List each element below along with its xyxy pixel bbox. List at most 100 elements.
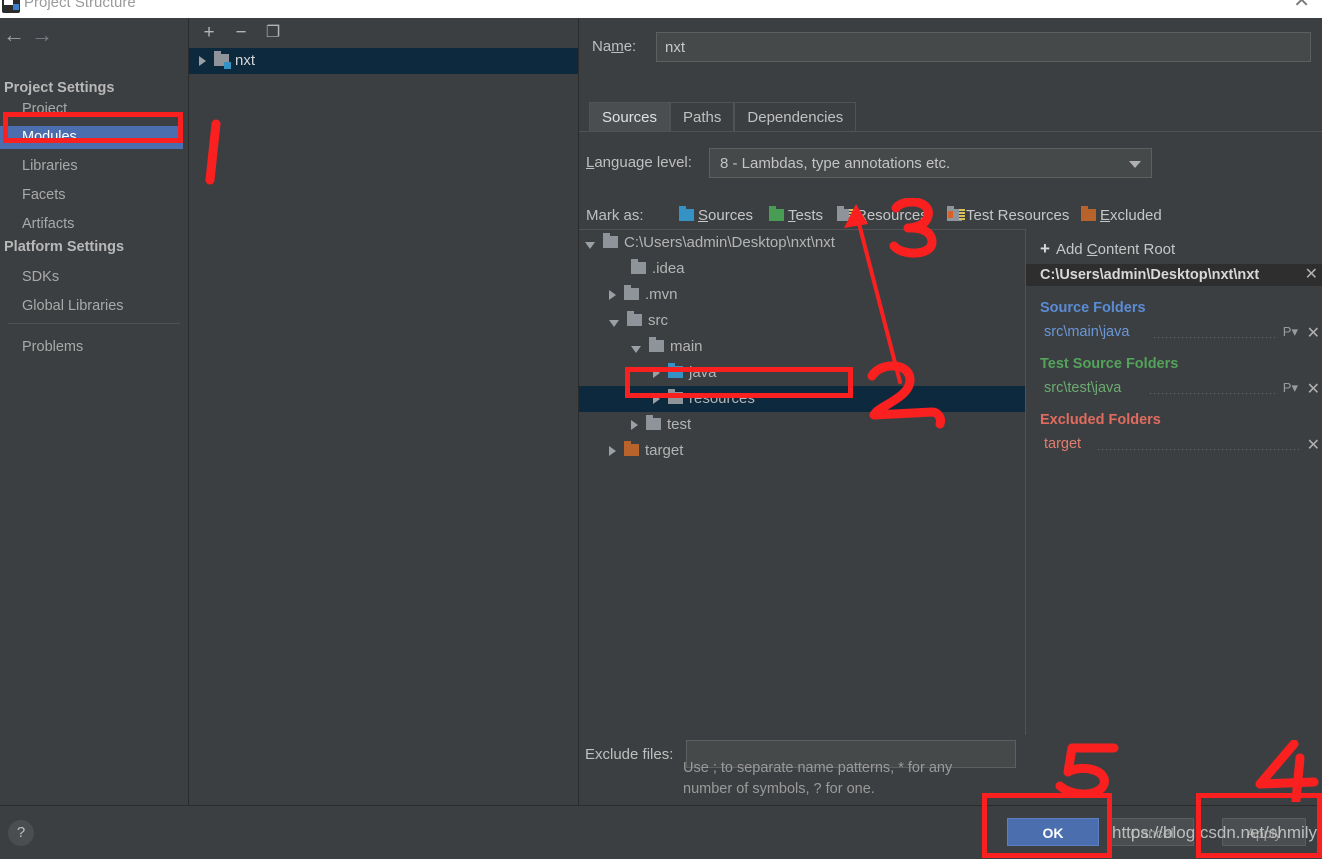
source-folder-path: src\main\java <box>1044 324 1130 340</box>
sidebar-item-global-libraries[interactable]: Global Libraries <box>0 295 188 318</box>
tree-row-resources[interactable]: resources <box>579 386 1026 412</box>
close-icon[interactable]: ✕ <box>1293 0 1310 11</box>
mark-as-excluded[interactable]: Excluded <box>1081 206 1162 224</box>
mark-as-resources[interactable]: Resources <box>837 206 928 224</box>
exclude-files-label: Exclude files: <box>585 746 674 763</box>
content-root-path-header: C:\Users\admin\Desktop\nxt\nxt ✕ <box>1026 264 1322 286</box>
module-folder-icon <box>214 51 231 70</box>
expand-arrow-icon[interactable] <box>199 56 206 67</box>
module-editor-panel: Name: Sources Paths Dependencies Languag… <box>579 18 1322 805</box>
remove-excluded-folder-icon[interactable]: ✕ <box>1307 435 1320 455</box>
remove-source-folder-icon[interactable]: ✕ <box>1307 323 1320 343</box>
add-module-icon[interactable]: + <box>197 22 221 44</box>
language-level-row: Language level: 8 - Lambdas, type annota… <box>579 148 1322 178</box>
package-prefix-icon[interactable]: P▾ <box>1283 324 1298 340</box>
package-prefix-icon[interactable]: P▾ <box>1283 380 1298 396</box>
sidebar-divider <box>8 323 180 324</box>
folder-icon <box>646 415 661 431</box>
test-source-folder-row[interactable]: src\test\java P▾ ✕ <box>1026 380 1322 400</box>
dotted-leader <box>1098 449 1301 450</box>
expand-arrow-icon[interactable] <box>609 446 616 457</box>
module-name-row: Name: <box>579 32 1322 62</box>
modules-toolbar: + − ❐ <box>189 18 578 48</box>
tab-dependencies[interactable]: Dependencies <box>734 102 857 132</box>
folder-icon <box>649 337 664 353</box>
tree-row-src[interactable]: src <box>579 308 1026 334</box>
sidebar-item-project[interactable]: Project <box>0 98 188 121</box>
module-tabs: Sources Paths Dependencies <box>589 102 1322 132</box>
tree-row-java[interactable]: java <box>579 360 1026 386</box>
remove-test-source-folder-icon[interactable]: ✕ <box>1307 379 1320 399</box>
excluded-folder-path: target <box>1044 436 1082 452</box>
folder-icon <box>624 285 639 301</box>
expand-arrow-icon[interactable] <box>631 420 638 431</box>
tree-row-idea[interactable]: .idea <box>579 256 1026 282</box>
tree-row-mvn[interactable]: .mvn <box>579 282 1026 308</box>
source-folder-tree: C:\Users\admin\Desktop\nxt\nxt .idea .mv… <box>579 230 1026 735</box>
tree-row-main[interactable]: main <box>579 334 1026 360</box>
resources-folder-icon <box>837 206 855 222</box>
modules-list-panel: + − ❐ nxt <box>189 18 579 805</box>
test-resources-folder-icon <box>947 206 965 222</box>
content-root-path: C:\Users\admin\Desktop\nxt\nxt <box>1040 267 1260 283</box>
dotted-leader <box>1154 337 1277 338</box>
language-level-label: Language level: <box>586 154 692 171</box>
collapse-arrow-icon[interactable] <box>585 241 595 249</box>
collapse-arrow-icon[interactable] <box>609 319 619 327</box>
folder-icon <box>668 389 683 405</box>
copy-module-icon[interactable]: ❐ <box>261 22 285 44</box>
excluded-folder-icon <box>624 441 639 457</box>
sidebar-nav-row: ← → <box>0 22 188 50</box>
tree-row-label: src <box>648 312 668 329</box>
tree-row-target[interactable]: target <box>579 438 1026 464</box>
forward-arrow-icon[interactable]: → <box>28 22 56 48</box>
folder-icon <box>631 259 646 275</box>
tree-row-test[interactable]: test <box>579 412 1026 438</box>
group-title-source-folders: Source Folders <box>1040 300 1146 316</box>
dotted-leader <box>1150 393 1277 394</box>
sidebar-item-facets[interactable]: Facets <box>0 184 188 207</box>
help-button[interactable]: ? <box>8 820 34 846</box>
module-item-label: nxt <box>235 52 256 69</box>
group-title-test-source-folders: Test Source Folders <box>1040 356 1179 372</box>
mark-as-sources[interactable]: Sources <box>679 206 753 224</box>
tree-row-content-root[interactable]: C:\Users\admin\Desktop\nxt\nxt <box>579 230 1026 256</box>
sidebar-item-problems[interactable]: Problems <box>0 336 188 359</box>
sidebar-item-sdks[interactable]: SDKs <box>0 266 188 289</box>
mark-as-test-resources[interactable]: Test Resources <box>947 206 1069 224</box>
remove-module-icon[interactable]: − <box>229 22 253 44</box>
tree-row-label: resources <box>689 390 755 407</box>
sidebar-item-artifacts[interactable]: Artifacts <box>0 213 188 236</box>
tab-paths[interactable]: Paths <box>670 102 735 132</box>
apply-button[interactable]: Apply <box>1222 818 1306 846</box>
chevron-down-icon[interactable] <box>1129 161 1141 168</box>
plus-icon: + <box>1040 239 1050 258</box>
sidebar-item-libraries[interactable]: Libraries <box>0 155 188 178</box>
module-name-input[interactable] <box>656 32 1311 62</box>
excluded-folder-row[interactable]: target ✕ <box>1026 436 1322 456</box>
cancel-button[interactable]: Cancel <box>1110 818 1194 846</box>
section-header-project-settings: Project Settings <box>4 80 115 96</box>
ok-button[interactable]: OK <box>1007 818 1099 846</box>
back-arrow-icon[interactable]: ← <box>0 22 28 48</box>
tree-row-label: .mvn <box>645 286 678 303</box>
tab-sources[interactable]: Sources <box>589 102 671 132</box>
mark-as-tests[interactable]: Tests <box>769 206 823 224</box>
tree-row-label: C:\Users\admin\Desktop\nxt\nxt <box>624 234 835 251</box>
source-folder-row[interactable]: src\main\java P▾ ✕ <box>1026 324 1322 344</box>
module-item-nxt[interactable]: nxt <box>189 48 578 74</box>
remove-content-root-icon[interactable]: ✕ <box>1305 264 1318 286</box>
sidebar-item-modules[interactable]: Modules <box>0 126 183 149</box>
collapse-arrow-icon[interactable] <box>631 345 641 353</box>
expand-arrow-icon[interactable] <box>609 290 616 301</box>
test-source-folder-path: src\test\java <box>1044 380 1122 396</box>
exclude-hint-line-2: number of symbols, ? for one. <box>683 781 875 797</box>
expand-arrow-icon[interactable] <box>653 368 660 379</box>
add-content-root-button[interactable]: + Add Content Root <box>1026 236 1322 262</box>
language-level-select[interactable]: 8 - Lambdas, type annotations etc. <box>709 148 1152 178</box>
dialog-frame: ← → Project Settings Project Modules Lib… <box>0 18 1322 859</box>
mark-as-row: Mark as: Sources Tests Resources Test Re… <box>579 204 1322 228</box>
tree-row-label: test <box>667 416 692 433</box>
expand-arrow-icon[interactable] <box>653 394 660 405</box>
folder-icon <box>627 311 642 327</box>
